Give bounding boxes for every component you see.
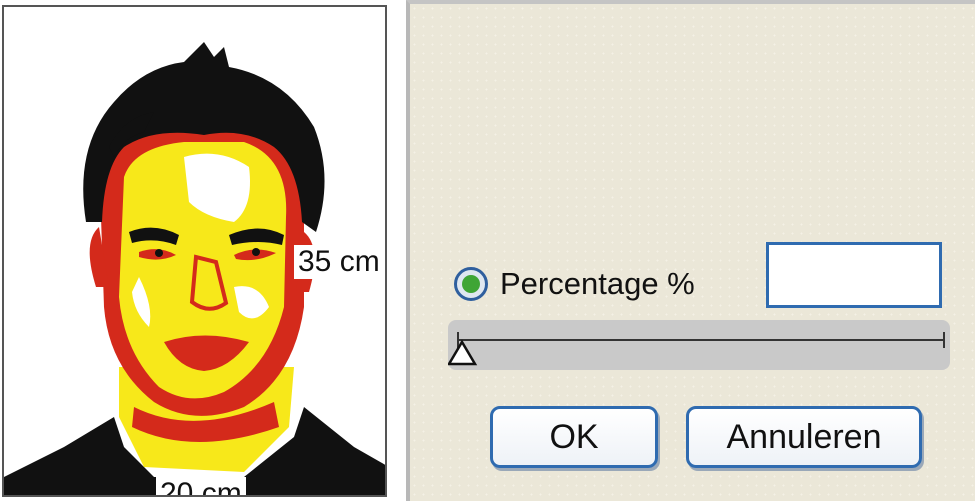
- slider-graphic: [448, 332, 945, 366]
- width-dimension-label: 20 cm: [156, 477, 246, 495]
- percentage-radio-button[interactable]: [454, 267, 488, 301]
- percentage-input[interactable]: [766, 242, 942, 308]
- percentage-option[interactable]: Percentage %: [454, 262, 695, 306]
- percentage-slider[interactable]: [448, 320, 950, 370]
- percentage-label: Percentage %: [500, 266, 695, 301]
- slider-thumb-icon[interactable]: [448, 339, 478, 366]
- resize-dialog: Percentage % OK Annuleren: [406, 0, 975, 501]
- portrait-photo: 35 cm 20 cm: [2, 5, 387, 497]
- height-dimension-label: 35 cm: [294, 245, 384, 279]
- radio-selected-dot: [462, 275, 480, 293]
- ok-button[interactable]: OK: [490, 406, 658, 468]
- cancel-button[interactable]: Annuleren: [686, 406, 922, 468]
